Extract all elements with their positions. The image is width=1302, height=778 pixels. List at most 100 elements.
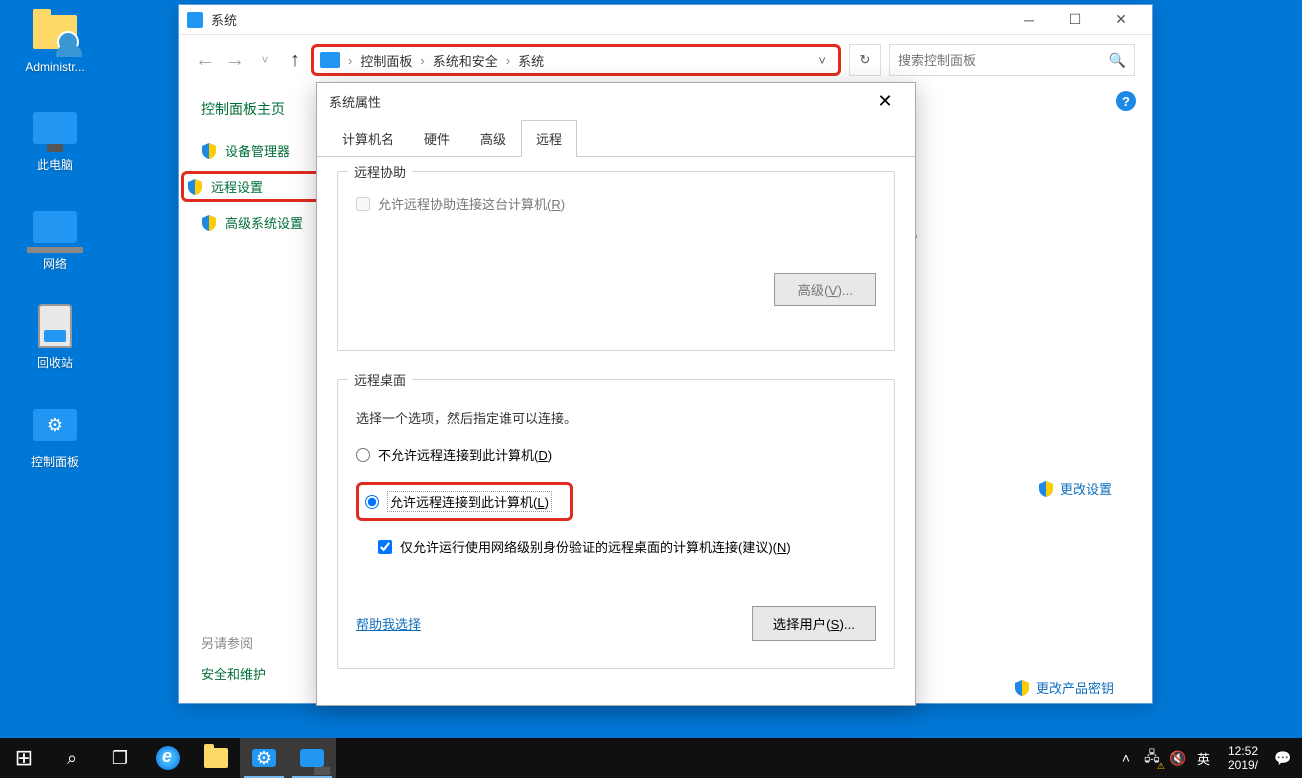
pc-icon [300, 749, 324, 767]
tabs: 计算机名 硬件 高级 远程 [317, 119, 915, 157]
checkbox-label: 仅允许运行使用网络级别身份验证的远程桌面的计算机连接(建议)(N) [400, 537, 791, 556]
taskbar: ⊞ ⌕ ❐ ˄ 🖧 🔇 英 12:52 2019/ 💬 [0, 738, 1302, 778]
window-icon [187, 12, 203, 28]
desktop-icons: Administr... 此电脑 网络 回收站 控制面板 [0, 0, 110, 500]
desktop-icon-label: 回收站 [37, 354, 73, 371]
breadcrumb-item[interactable]: 控制面板 [356, 49, 416, 72]
radio-label: 不允许远程连接到此计算机(D) [378, 445, 552, 464]
search-input[interactable] [898, 53, 1109, 68]
network-icon [31, 203, 79, 251]
tray-volume-icon[interactable]: 🔇 [1167, 750, 1189, 767]
link-label: 更改产品密钥 [1036, 678, 1114, 697]
tab-hardware[interactable]: 硬件 [409, 120, 465, 157]
sidebar-link-advanced-settings[interactable]: 高级系统设置 [201, 213, 319, 232]
breadcrumb-icon [320, 52, 340, 68]
clock-time: 12:52 [1228, 744, 1258, 758]
search-box[interactable]: 🔍 [889, 44, 1135, 76]
ie-icon [156, 746, 180, 770]
search-icon[interactable]: 🔍 [1109, 52, 1126, 69]
separator-icon: › [502, 53, 514, 68]
checkbox-label: 允许远程协助连接这台计算机(R) [378, 194, 565, 213]
help-icon[interactable]: ? [1116, 91, 1136, 111]
dialog-close-button[interactable]: ✕ [867, 86, 903, 116]
recent-dropdown[interactable]: ˅ [251, 46, 279, 74]
allow-remote-highlight: 允许远程连接到此计算机(L) [356, 482, 573, 521]
start-button[interactable]: ⊞ [0, 738, 48, 778]
remote-desktop-group: 远程桌面 选择一个选项，然后指定谁可以连接。 不允许远程连接到此计算机(D) 允… [337, 379, 895, 669]
system-properties-dialog: 系统属性 ✕ 计算机名 硬件 高级 远程 远程协助 允许远程协助连接这台计算机(… [316, 82, 916, 706]
titlebar[interactable]: 系统 ─ ☐ ✕ [179, 5, 1152, 35]
refresh-button[interactable]: ↻ [849, 44, 881, 76]
checkbox[interactable] [378, 540, 392, 554]
folder-icon [204, 748, 228, 768]
sidebar-link-remote-settings[interactable]: 远程设置 [181, 171, 327, 202]
search-button[interactable]: ⌕ [48, 738, 96, 778]
remote-assistance-group: 远程协助 允许远程协助连接这台计算机(R) 高级(V)... [337, 171, 895, 351]
nla-checkbox[interactable]: 仅允许运行使用网络级别身份验证的远程桌面的计算机连接(建议)(N) [378, 537, 876, 556]
desktop-icon-recycle-bin[interactable]: 回收站 [0, 302, 110, 371]
desktop-icon-this-pc[interactable]: 此电脑 [0, 104, 110, 173]
radio[interactable] [365, 495, 379, 509]
up-button[interactable]: ↑ [281, 46, 309, 74]
desktop-icon-network[interactable]: 网络 [0, 203, 110, 272]
breadcrumb-item[interactable]: 系统和安全 [429, 49, 502, 72]
taskbar-app-control-panel[interactable] [240, 738, 288, 778]
allow-remote-assistance-checkbox: 允许远程协助连接这台计算机(R) [356, 194, 876, 213]
tray-network-icon[interactable]: 🖧 [1141, 746, 1163, 770]
group-legend: 远程桌面 [348, 370, 412, 389]
desktop-icon-control-panel[interactable]: 控制面板 [0, 401, 110, 470]
close-button[interactable]: ✕ [1098, 6, 1144, 34]
separator-icon: › [344, 53, 356, 68]
sidebar-link-label: 设备管理器 [225, 141, 290, 160]
deny-remote-radio[interactable]: 不允许远程连接到此计算机(D) [356, 445, 876, 464]
taskbar-app-system-properties[interactable] [288, 738, 336, 778]
task-view-button[interactable]: ❐ [96, 738, 144, 778]
clock-date: 2019/ [1228, 758, 1258, 772]
taskbar-app-ie[interactable] [144, 738, 192, 778]
breadcrumb[interactable]: › 控制面板 › 系统和安全 › 系统 ˅ [311, 44, 841, 76]
tab-remote[interactable]: 远程 [521, 120, 577, 157]
window-title: 系统 [211, 10, 1006, 29]
desktop-icon-label: 此电脑 [37, 156, 73, 173]
forward-button[interactable]: → [221, 46, 249, 74]
sidebar-link-label: 高级系统设置 [225, 213, 303, 232]
allow-remote-radio[interactable]: 允许远程连接到此计算机(L) [365, 491, 552, 512]
advanced-button: 高级(V)... [774, 273, 876, 306]
see-also-link[interactable]: 安全和维护 [201, 664, 266, 683]
tab-advanced[interactable]: 高级 [465, 120, 521, 157]
folder-user-icon [31, 8, 79, 56]
sidebar-link-label: 远程设置 [211, 177, 263, 196]
tray-chevron-up-icon[interactable]: ˄ [1115, 750, 1137, 766]
shield-icon [1038, 481, 1054, 497]
desktop-icon-user-folder[interactable]: Administr... [0, 8, 110, 74]
tray-notifications-icon[interactable]: 💬 [1272, 750, 1294, 767]
minimize-button[interactable]: ─ [1006, 6, 1052, 34]
clock[interactable]: 12:52 2019/ [1218, 744, 1268, 773]
sidebar-link-device-manager[interactable]: 设备管理器 [201, 141, 319, 160]
desktop-icon-label: 控制面板 [31, 453, 79, 470]
shield-icon [201, 215, 217, 231]
breadcrumb-item[interactable]: 系统 [514, 49, 548, 72]
radio[interactable] [356, 448, 370, 462]
sidebar: 控制面板主页 设备管理器 远程设置 高级系统设置 另请参阅 安全和维护 [179, 85, 319, 703]
group-description: 选择一个选项，然后指定谁可以连接。 [356, 408, 876, 427]
ime-indicator[interactable]: 英 [1193, 749, 1214, 768]
radio-label: 允许远程连接到此计算机(L) [387, 491, 552, 512]
system-tray: ˄ 🖧 🔇 英 12:52 2019/ 💬 [1115, 744, 1302, 773]
see-also-title: 另请参阅 [201, 633, 266, 652]
desktop-icon-label: Administr... [25, 60, 84, 74]
tab-computer-name[interactable]: 计算机名 [327, 120, 409, 157]
pc-icon [31, 104, 79, 152]
chevron-down-icon[interactable]: ˅ [812, 53, 832, 68]
control-panel-icon [31, 401, 79, 449]
taskbar-app-explorer[interactable] [192, 738, 240, 778]
link-label: 更改设置 [1060, 479, 1112, 498]
select-users-button[interactable]: 选择用户(S)... [752, 606, 876, 641]
shield-icon [201, 143, 217, 159]
checkbox [356, 197, 370, 211]
back-button[interactable]: ← [191, 46, 219, 74]
desktop-icon-label: 网络 [43, 255, 67, 272]
maximize-button[interactable]: ☐ [1052, 6, 1098, 34]
dialog-titlebar[interactable]: 系统属性 ✕ [317, 83, 915, 119]
help-me-choose-link[interactable]: 帮助我选择 [356, 614, 421, 633]
